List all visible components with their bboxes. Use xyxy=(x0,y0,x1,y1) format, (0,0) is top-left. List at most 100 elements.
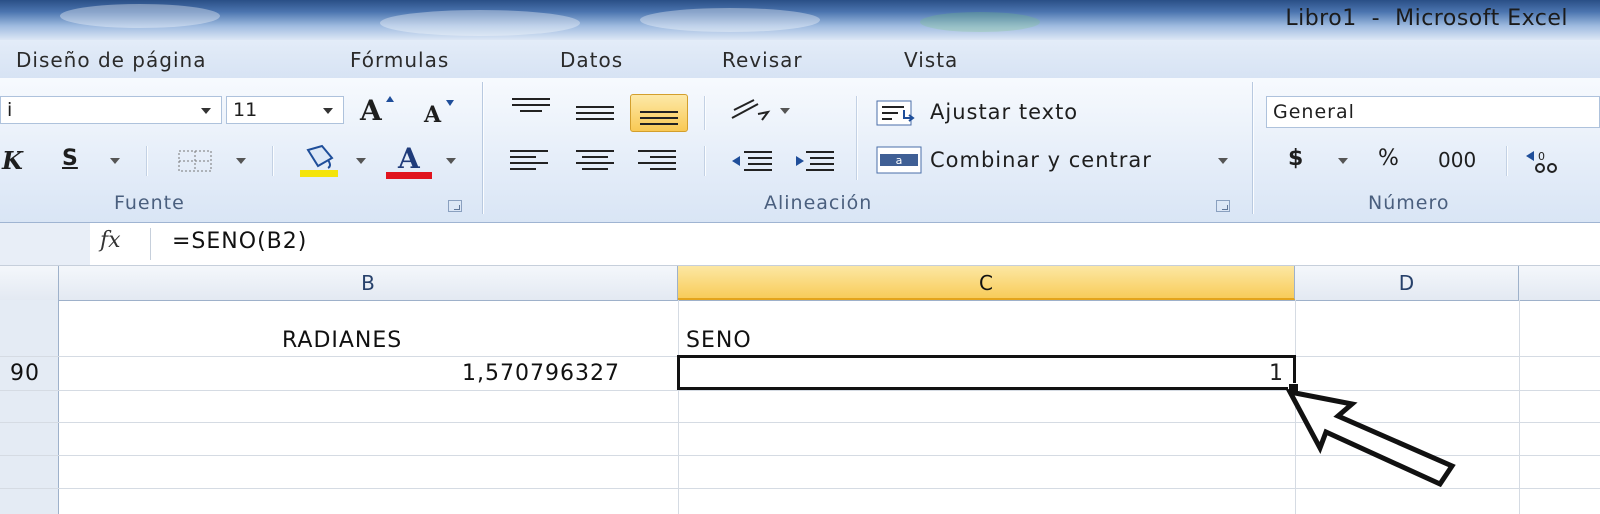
fill-color-swatch xyxy=(300,170,338,177)
font-size-combo[interactable]: 11 xyxy=(226,96,344,124)
wrap-text-label: Ajustar texto xyxy=(930,100,1079,124)
borders-button[interactable] xyxy=(174,144,254,178)
separator xyxy=(272,146,273,176)
grid-line xyxy=(678,300,679,514)
increase-indent-button[interactable] xyxy=(790,146,838,176)
borders-icon xyxy=(178,150,212,172)
chevron-down-icon xyxy=(323,108,333,114)
tab-page-layout[interactable]: Diseño de página xyxy=(16,48,206,72)
column-header-c[interactable]: C xyxy=(678,266,1295,300)
merge-center-label: Combinar y centrar xyxy=(930,148,1152,172)
font-name-combo[interactable]: i xyxy=(0,96,222,124)
insert-function-button[interactable]: fx xyxy=(100,228,121,253)
merge-center-button[interactable]: a Combinar y centrar xyxy=(874,144,1236,178)
title-bar: Libro1 - Microsoft Excel xyxy=(0,0,1600,40)
merge-center-icon: a xyxy=(876,146,922,174)
alignment-group-label: Alineación xyxy=(764,192,873,214)
separator xyxy=(1506,146,1507,176)
thousands-separator-button[interactable]: 000 xyxy=(1432,144,1492,178)
currency-label: $ xyxy=(1288,146,1304,171)
thousands-label: 000 xyxy=(1438,148,1477,172)
arrow-pointer-icon xyxy=(1285,388,1456,488)
alignment-dialog-launcher-icon[interactable] xyxy=(1216,200,1230,212)
chevron-down-icon xyxy=(780,108,790,114)
fill-color-button[interactable] xyxy=(294,142,374,182)
italic-label: K xyxy=(2,146,23,175)
chevron-down-icon xyxy=(236,158,246,164)
number-group-label: Número xyxy=(1368,192,1450,214)
number-format-value: General xyxy=(1273,101,1355,123)
formula-input[interactable]: =SENO(B2) xyxy=(172,229,307,254)
chevron-down-icon xyxy=(201,108,211,114)
cell-b2[interactable]: 1,570796327 xyxy=(462,361,620,386)
column-header-d[interactable]: D xyxy=(1295,266,1519,300)
font-dialog-launcher-icon[interactable] xyxy=(448,200,462,212)
tab-formulas[interactable]: Fórmulas xyxy=(350,48,449,72)
chevron-down-icon xyxy=(1338,158,1348,164)
name-box[interactable] xyxy=(0,223,90,265)
arrow-down-icon xyxy=(446,100,454,106)
font-color-label: A xyxy=(398,142,420,175)
window-title: Libro1 - Microsoft Excel xyxy=(1285,6,1568,31)
grow-font-button[interactable]: A xyxy=(356,94,398,128)
orientation-button[interactable] xyxy=(726,92,796,130)
wrap-text-icon xyxy=(876,100,915,126)
active-cell-c2[interactable]: 1 xyxy=(677,355,1296,390)
grid-line xyxy=(1519,300,1520,514)
align-right-button[interactable] xyxy=(636,146,680,176)
group-separator xyxy=(1252,82,1253,214)
underline-button[interactable]: S xyxy=(58,144,128,178)
decrease-indent-icon xyxy=(732,151,772,171)
tab-review[interactable]: Revisar xyxy=(722,48,803,72)
cell-c1[interactable]: SENO xyxy=(686,328,752,353)
number-format-combo[interactable]: General xyxy=(1266,96,1600,128)
font-size-value: 11 xyxy=(233,99,258,121)
align-center-icon xyxy=(576,150,614,172)
chevron-down-icon xyxy=(110,158,120,164)
align-center-button[interactable] xyxy=(574,146,618,176)
group-separator xyxy=(482,82,483,214)
column-header-b[interactable]: B xyxy=(59,266,678,300)
italic-button[interactable]: K xyxy=(0,144,26,178)
grow-font-label: A xyxy=(360,94,382,127)
font-group-label: Fuente xyxy=(114,192,185,214)
percent-button[interactable]: % xyxy=(1374,144,1418,178)
increase-decimal-icon: 0 xyxy=(1526,150,1557,173)
font-name-value: i xyxy=(7,99,13,121)
align-bottom-button[interactable] xyxy=(630,94,688,132)
align-middle-button[interactable] xyxy=(574,96,618,130)
wrap-text-button[interactable]: Ajustar texto xyxy=(874,96,1124,130)
separator xyxy=(856,96,857,180)
currency-button[interactable]: $ xyxy=(1284,144,1364,178)
underline-label: S xyxy=(62,146,78,171)
shrink-font-label: A xyxy=(424,102,442,128)
ribbon: i 11 A A K S A Fuente Ajustar texto a Co… xyxy=(0,78,1600,223)
svg-text:0: 0 xyxy=(1538,150,1545,163)
decrease-indent-button[interactable] xyxy=(728,146,776,176)
tab-view[interactable]: Vista xyxy=(904,48,958,72)
tab-data[interactable]: Datos xyxy=(560,48,623,72)
align-right-icon xyxy=(638,150,676,172)
font-color-button[interactable]: A xyxy=(384,142,464,182)
separator xyxy=(150,228,151,260)
align-top-icon xyxy=(512,98,550,120)
increase-decimal-button[interactable]: 0 xyxy=(1524,144,1600,178)
row-header-column xyxy=(0,300,59,514)
cell-a2[interactable]: 90 xyxy=(10,361,40,386)
align-left-icon xyxy=(510,150,548,172)
svg-text:a: a xyxy=(896,154,903,167)
column-header-a-partial[interactable] xyxy=(0,266,59,300)
ribbon-tabs: Diseño de página Fórmulas Datos Revisar … xyxy=(0,40,1600,78)
text-orientation-icon xyxy=(731,99,771,121)
chevron-down-icon xyxy=(356,158,366,164)
arrow-up-icon xyxy=(386,96,394,102)
align-left-button[interactable] xyxy=(508,146,552,176)
shrink-font-button[interactable]: A xyxy=(418,98,460,128)
column-header-e-partial[interactable] xyxy=(1519,266,1600,300)
chevron-down-icon xyxy=(1218,158,1228,164)
align-top-button[interactable] xyxy=(510,96,554,130)
separator xyxy=(704,146,705,176)
cell-b1[interactable]: RADIANES xyxy=(282,328,402,353)
separator xyxy=(146,146,147,176)
align-middle-icon xyxy=(576,100,614,122)
